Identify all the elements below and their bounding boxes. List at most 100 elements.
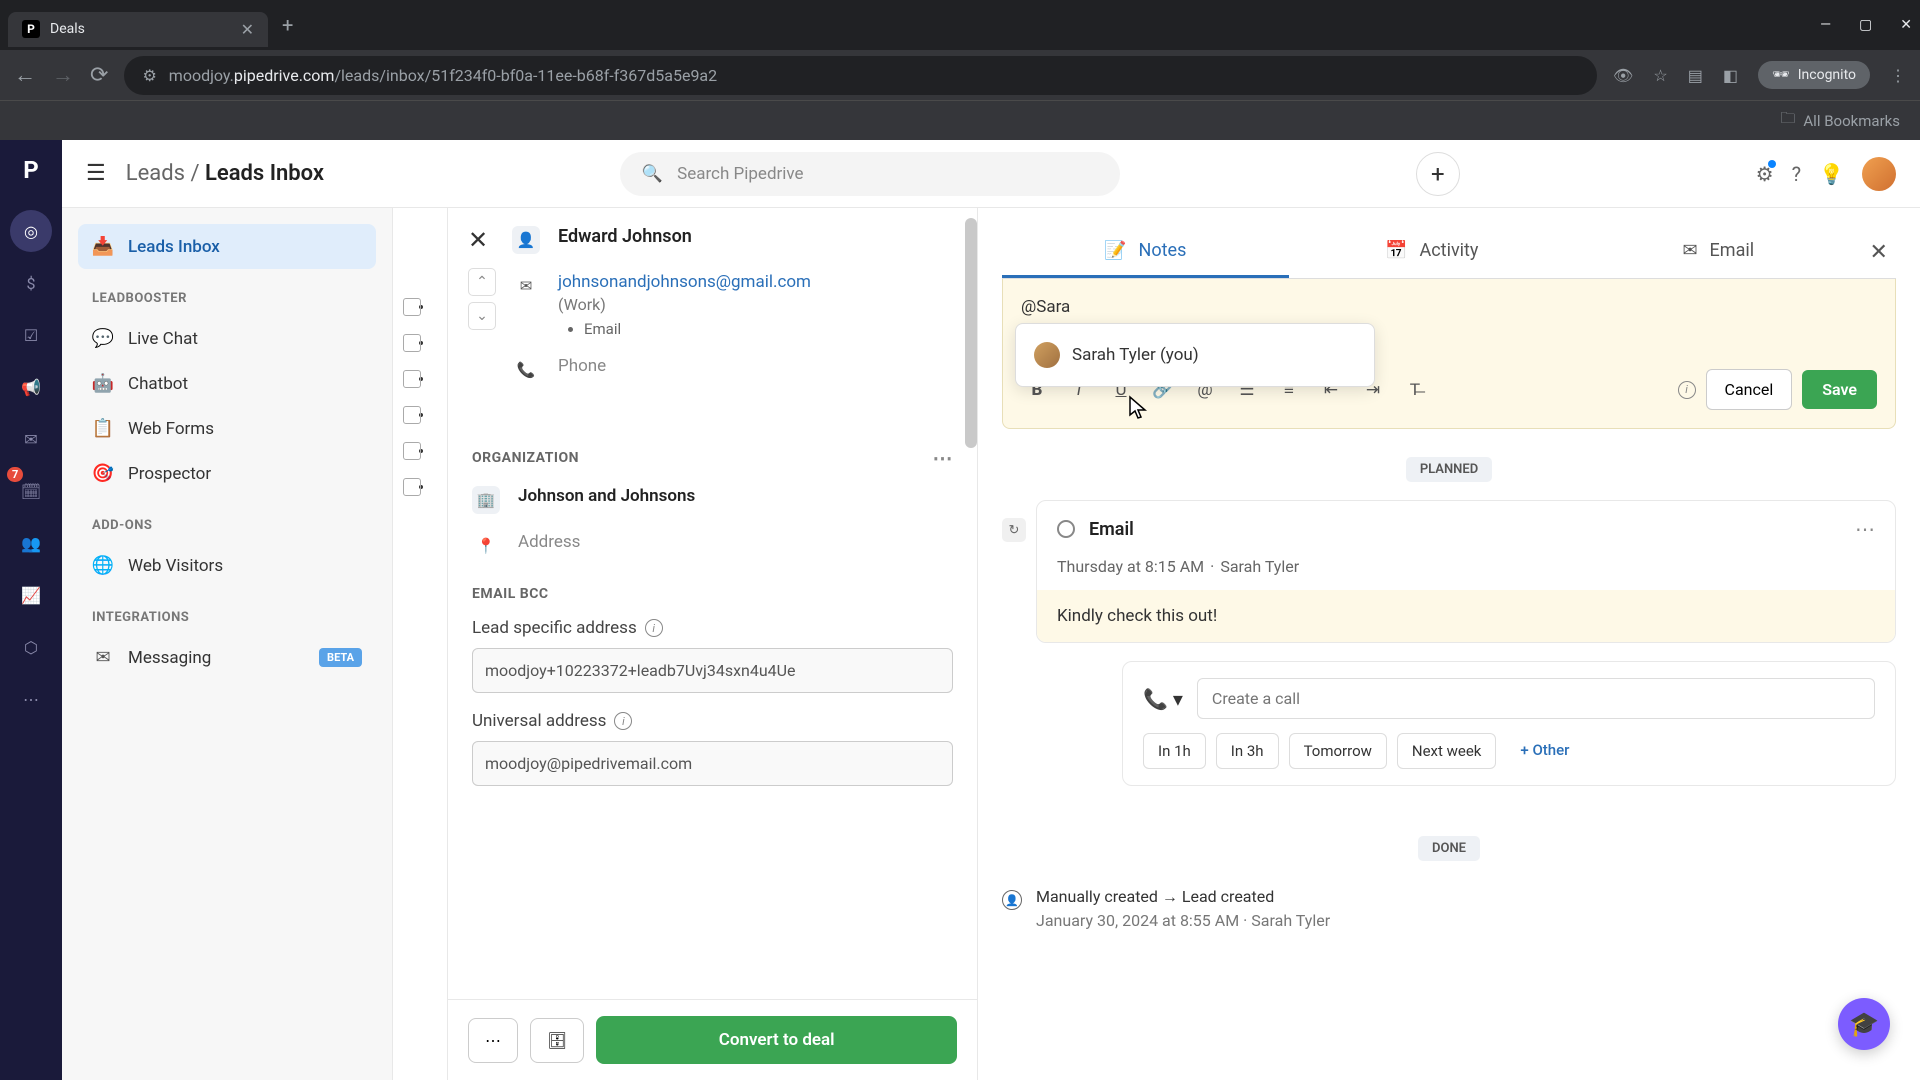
- help-fab[interactable]: 🎓: [1838, 998, 1890, 1050]
- rail-badge: 7: [7, 467, 23, 482]
- tips-icon[interactable]: 💡: [1819, 162, 1844, 186]
- sidebar-toggle-icon[interactable]: ☰: [86, 161, 106, 186]
- lead-checkbox[interactable]: [403, 334, 421, 352]
- rail-mail-icon[interactable]: ✉: [10, 418, 52, 460]
- info-icon[interactable]: i: [1678, 381, 1696, 399]
- mention-option-name: Sarah Tyler (you): [1072, 345, 1199, 365]
- lead-checkbox[interactable]: [403, 370, 421, 388]
- sidebar-item-livechat[interactable]: 💬 Live Chat: [78, 316, 376, 361]
- convert-to-deal-button[interactable]: Convert to deal: [596, 1016, 957, 1064]
- extensions-icon[interactable]: ▤: [1688, 66, 1703, 85]
- rail-campaigns-icon[interactable]: 📢: [10, 366, 52, 408]
- lead-address-input[interactable]: [472, 648, 953, 693]
- reload-button[interactable]: ⟳: [90, 63, 108, 88]
- leads-sidebar: 📥 Leads Inbox LEADBOOSTER 💬 Live Chat 🤖 …: [62, 208, 392, 1080]
- calendar-icon: 📅: [1385, 240, 1407, 261]
- add-button[interactable]: +: [1416, 152, 1460, 196]
- rail-leads-icon[interactable]: ◎: [10, 210, 52, 252]
- cancel-button[interactable]: Cancel: [1706, 369, 1793, 410]
- tab-email[interactable]: ✉ Email: [1575, 226, 1862, 278]
- help-icon[interactable]: ?: [1792, 162, 1801, 186]
- tab-notes[interactable]: 📝 Notes: [1002, 226, 1289, 278]
- app-header: ☰ Leads / Leads Inbox 🔍 Search Pipedrive…: [62, 140, 1920, 208]
- sidebar-item-prospector[interactable]: 🎯 Prospector: [78, 451, 376, 496]
- next-lead-button[interactable]: ⌄: [468, 302, 496, 330]
- activity-complete-radio[interactable]: [1057, 520, 1075, 538]
- sidebar-item-chatbot[interactable]: 🤖 Chatbot: [78, 361, 376, 406]
- close-panel-button[interactable]: ✕: [1862, 240, 1896, 265]
- chip-3h[interactable]: In 3h: [1216, 733, 1279, 769]
- section-addons: ADD-ONS: [92, 518, 362, 533]
- minimize-icon[interactable]: —: [1820, 17, 1831, 33]
- chip-other[interactable]: + Other: [1506, 733, 1583, 769]
- scrollbar[interactable]: [965, 218, 977, 448]
- tab-close-icon[interactable]: ✕: [241, 20, 254, 39]
- more-actions-button[interactable]: ⋯: [468, 1018, 518, 1063]
- sidebar-item-messaging[interactable]: ✉ Messaging BETA: [78, 635, 376, 680]
- lead-checkbox[interactable]: [403, 406, 421, 424]
- email-link[interactable]: johnsonandjohnsons@gmail.com: [558, 272, 811, 292]
- bookmark-star-icon[interactable]: ☆: [1653, 66, 1667, 85]
- activity-title: Email: [1089, 519, 1134, 540]
- site-info-icon[interactable]: ⚙: [142, 66, 156, 85]
- marketplace-icon[interactable]: ⚙: [1756, 162, 1774, 186]
- app-nav-rail: P ◎ $ ☑ 📢 ✉ 7🗓 👥 📈 ⬡ ⋯: [0, 140, 62, 1080]
- chip-nextweek[interactable]: Next week: [1397, 733, 1497, 769]
- call-icon[interactable]: 📞 ▾: [1143, 687, 1183, 711]
- address-label[interactable]: Address: [518, 532, 580, 552]
- location-icon: 📍: [472, 532, 500, 560]
- rail-contacts-icon[interactable]: 👥: [10, 522, 52, 564]
- user-avatar[interactable]: [1862, 157, 1896, 191]
- rail-deals-icon[interactable]: $: [10, 262, 52, 304]
- lead-checkbox[interactable]: [403, 442, 421, 460]
- activity-more-icon[interactable]: ⋯: [1855, 517, 1875, 541]
- close-window-icon[interactable]: ✕: [1900, 17, 1912, 33]
- search-input[interactable]: 🔍 Search Pipedrive: [620, 152, 1120, 196]
- activity-meta: Thursday at 8:15 AM·Sarah Tyler: [1037, 557, 1895, 590]
- back-button[interactable]: ←: [14, 62, 36, 88]
- rail-projects-icon[interactable]: ☑: [10, 314, 52, 356]
- chrome-menu-icon[interactable]: ⋮: [1890, 66, 1906, 85]
- rail-insights-icon[interactable]: 📈: [10, 574, 52, 616]
- notes-editor[interactable]: @Sara Sarah Tyler (you) B I U 🔗 @ ☰: [1002, 279, 1896, 429]
- tab-title: Deals: [50, 21, 85, 37]
- mention-input-text: @Sara: [1021, 297, 1877, 317]
- lead-checkbox[interactable]: [403, 478, 421, 496]
- close-detail-button[interactable]: ✕: [468, 226, 496, 254]
- clear-format-button[interactable]: T̶: [1399, 374, 1431, 406]
- tab-activity[interactable]: 📅 Activity: [1289, 226, 1576, 278]
- sidebar-item-webvisitors[interactable]: 🌐 Web Visitors: [78, 543, 376, 588]
- log-meta: January 30, 2024 at 8:55 AM · Sarah Tyle…: [1036, 911, 1330, 930]
- breadcrumb-parent[interactable]: Leads: [126, 161, 185, 186]
- new-tab-button[interactable]: +: [282, 13, 293, 37]
- rail-more-icon[interactable]: ⋯: [10, 678, 52, 720]
- address-bar[interactable]: ⚙ moodjoy.pipedrive.com/leads/inbox/51f2…: [124, 56, 1597, 95]
- org-more-icon[interactable]: ⋯: [933, 446, 954, 470]
- sidebar-item-inbox[interactable]: 📥 Leads Inbox: [78, 224, 376, 269]
- message-icon: ✉: [92, 647, 114, 668]
- side-panel-icon[interactable]: ◧: [1723, 66, 1738, 85]
- lead-checkbox[interactable]: [403, 298, 421, 316]
- prev-lead-button[interactable]: ⌃: [468, 268, 496, 296]
- browser-tab[interactable]: P Deals ✕: [8, 12, 268, 47]
- maximize-icon[interactable]: ▢: [1859, 17, 1872, 33]
- chip-1h[interactable]: In 1h: [1143, 733, 1206, 769]
- all-bookmarks-link[interactable]: All Bookmarks: [1803, 112, 1900, 130]
- activity-card[interactable]: Email ⋯ Thursday at 8:15 AM·Sarah Tyler …: [1036, 500, 1896, 643]
- section-integrations: INTEGRATIONS: [92, 610, 362, 625]
- pipedrive-logo[interactable]: P: [15, 154, 47, 186]
- sidebar-item-webforms[interactable]: 📋 Web Forms: [78, 406, 376, 451]
- chip-tomorrow[interactable]: Tomorrow: [1289, 733, 1387, 769]
- forward-button[interactable]: →: [52, 62, 74, 88]
- info-icon[interactable]: i: [614, 712, 632, 730]
- mention-option[interactable]: Sarah Tyler (you): [1026, 334, 1364, 376]
- rail-products-icon[interactable]: ⬡: [10, 626, 52, 668]
- universal-address-input[interactable]: [472, 741, 953, 786]
- call-input[interactable]: [1197, 678, 1875, 719]
- info-icon[interactable]: i: [645, 619, 663, 637]
- eye-off-icon[interactable]: 👁: [1613, 66, 1633, 85]
- phone-label[interactable]: Phone: [558, 356, 606, 376]
- save-button[interactable]: Save: [1802, 370, 1877, 409]
- archive-button[interactable]: 🗄: [530, 1018, 584, 1063]
- rail-activities-icon[interactable]: 7🗓: [10, 470, 52, 512]
